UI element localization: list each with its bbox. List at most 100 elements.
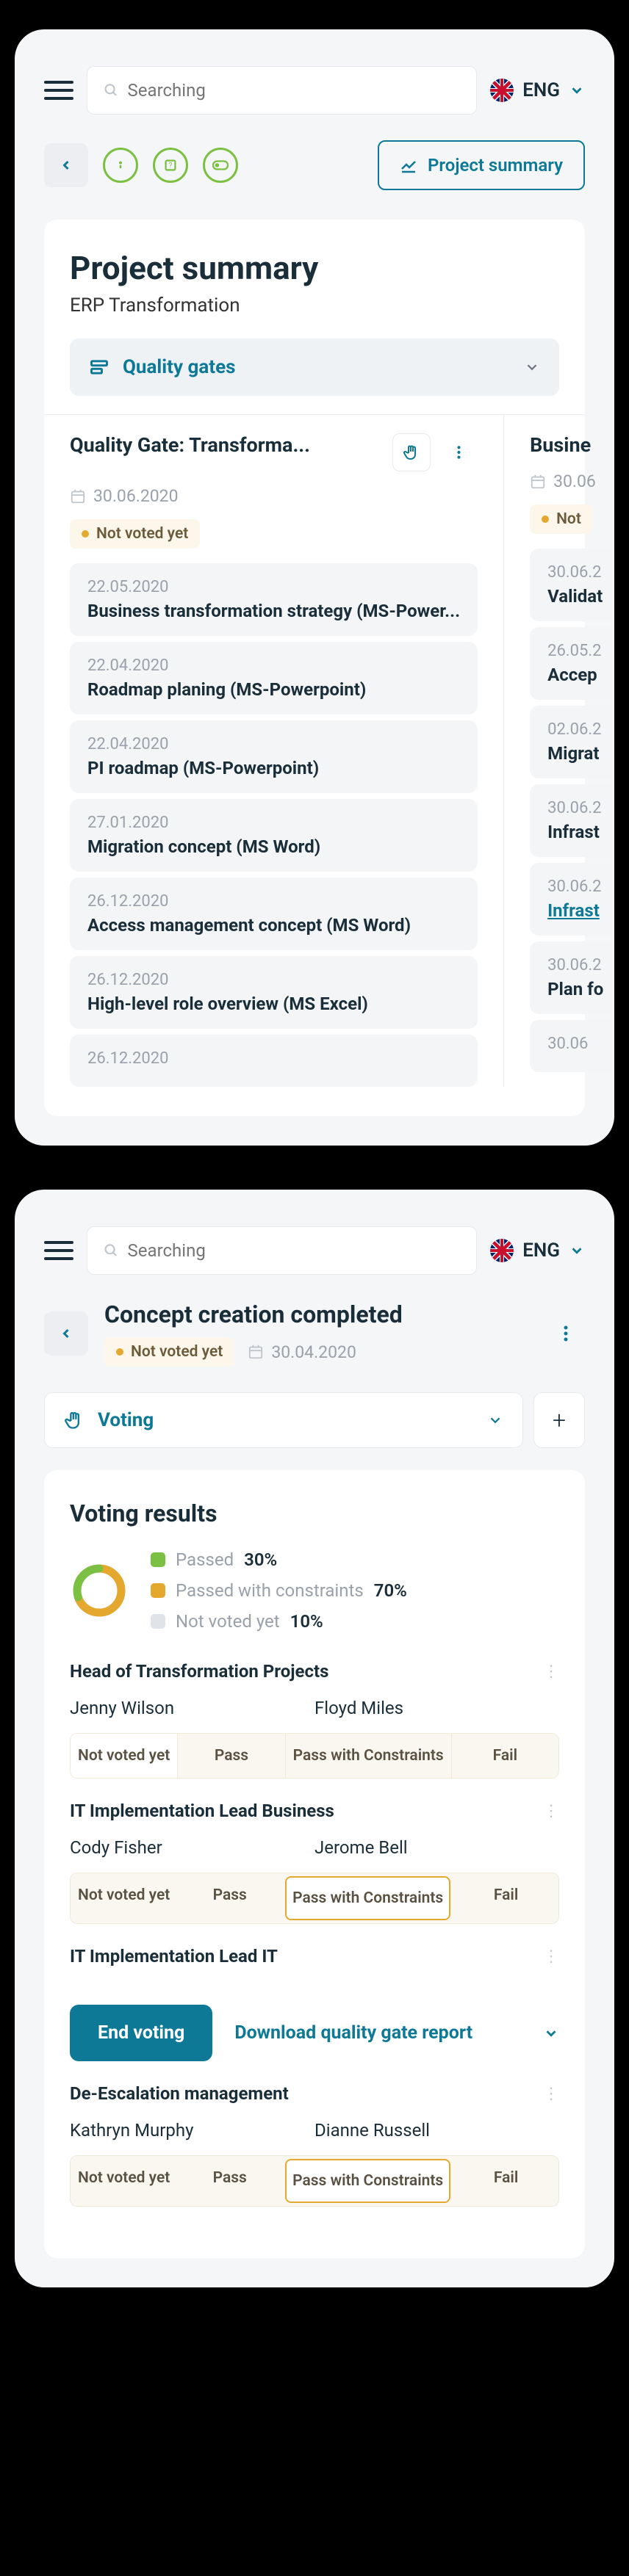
hand-button[interactable]: [392, 433, 431, 471]
hand-icon: [64, 1410, 85, 1430]
person-name: Dianne Russell: [314, 2120, 559, 2141]
item-list: 30.06.2 Validat 26.05.2 Accep 02.06.2 Mi…: [530, 549, 614, 1072]
project-summary-button[interactable]: Project summary: [378, 140, 585, 190]
list-item[interactable]: 22.04.2020 PI roadmap (MS-Powerpoint): [70, 720, 478, 793]
item-date: 22.04.2020: [87, 735, 460, 753]
item-title: Migration concept (MS Word): [87, 836, 460, 857]
role-heading: De-Escalation management: [70, 2083, 289, 2104]
vote-option[interactable]: Fail: [452, 1734, 558, 1778]
list-item[interactable]: 30.06.2 Plan fo: [530, 941, 614, 1014]
list-item[interactable]: 30.06.2 Validat: [530, 549, 614, 621]
person-name: Kathryn Murphy: [70, 2120, 314, 2141]
quality-gates-dropdown[interactable]: Quality gates: [70, 339, 559, 396]
list-item[interactable]: 30.06: [530, 1020, 614, 1072]
legend: Passed 30% Passed with constraints 70% N…: [151, 1549, 407, 1632]
list-item[interactable]: 26.12.2020: [70, 1035, 478, 1087]
status-badge: Not voted yet: [104, 1337, 234, 1367]
more-button[interactable]: ⋮: [543, 1947, 559, 1966]
person-name: Jerome Bell: [314, 1837, 559, 1858]
vote-option[interactable]: Pass with Constraints: [285, 1876, 450, 1920]
page-title: Concept creation completed: [104, 1300, 531, 1328]
vote-option[interactable]: Fail: [453, 2156, 558, 2206]
header: ENG: [44, 1226, 585, 1275]
header: ENG: [44, 66, 585, 115]
vote-option[interactable]: Pass with Constraints: [285, 2159, 450, 2203]
page-subtitle: ERP Transformation: [70, 294, 559, 316]
page-title: Project summary: [70, 249, 559, 287]
language-selector[interactable]: ENG: [490, 79, 585, 102]
item-date: 26.05.2: [547, 642, 603, 660]
list-item[interactable]: 26.12.2020 Access management concept (MS…: [70, 878, 478, 950]
more-button[interactable]: [439, 433, 478, 471]
list-item[interactable]: 22.04.2020 Roadmap planing (MS-Powerpoin…: [70, 642, 478, 714]
chevron-left-icon: [59, 1326, 73, 1341]
language-code: ENG: [522, 79, 560, 101]
item-title: Validat: [547, 586, 603, 607]
person-name: Cody Fisher: [70, 1837, 314, 1858]
item-title: Business transformation strategy (MS-Pow…: [87, 601, 460, 621]
search-box[interactable]: [87, 1226, 477, 1275]
language-selector[interactable]: ENG: [490, 1239, 585, 1262]
vote-option[interactable]: Not voted yet: [71, 1734, 178, 1778]
voting-dropdown[interactable]: Voting: [44, 1392, 523, 1448]
vote-option[interactable]: Pass: [178, 1734, 285, 1778]
item-date: 27.01.2020: [87, 814, 460, 832]
list-item[interactable]: 30.06.2 Infrast: [530, 863, 614, 936]
list-item[interactable]: 22.05.2020 Business transformation strat…: [70, 563, 478, 636]
more-button[interactable]: ⋮: [543, 1802, 559, 1820]
voting-label: Voting: [98, 1409, 474, 1431]
results-card: Voting results Passed 30% Passed with co…: [44, 1470, 585, 2258]
legend-item: Not voted yet 10%: [151, 1611, 407, 1632]
back-button[interactable]: [44, 1311, 88, 1356]
list-item[interactable]: 30.06.2 Infrast: [530, 784, 614, 857]
quality-gates-label: Quality gates: [123, 356, 511, 378]
item-date: 26.12.2020: [87, 971, 460, 989]
back-button[interactable]: [44, 143, 88, 187]
vote-option[interactable]: Fail: [453, 1873, 558, 1923]
search-input[interactable]: [128, 1240, 461, 1261]
info-icon: [113, 158, 128, 173]
menu-button[interactable]: [44, 81, 73, 100]
column-title: Quality Gate: Transforma...: [70, 433, 384, 457]
help-button[interactable]: ?: [153, 148, 188, 183]
add-button[interactable]: +: [533, 1392, 585, 1448]
date-value: 30.04.2020: [271, 1342, 356, 1362]
download-label: Download quality gate report: [234, 2022, 472, 2044]
end-voting-button[interactable]: End voting: [70, 2005, 212, 2061]
item-title: Roadmap planing (MS-Powerpoint): [87, 679, 460, 700]
calendar-icon: [530, 474, 546, 490]
status-badge: Not: [530, 504, 593, 534]
search-box[interactable]: [87, 66, 477, 115]
results-title: Voting results: [70, 1499, 559, 1527]
list-item[interactable]: 27.01.2020 Migration concept (MS Word): [70, 799, 478, 872]
vote-option[interactable]: Not voted yet: [71, 1873, 177, 1923]
legend-swatch: [151, 1583, 165, 1598]
names-row: Cody Fisher Jerome Bell: [70, 1837, 559, 1858]
phone-screen-2: ENG Concept creation completed Not voted…: [15, 1190, 614, 2287]
more-button[interactable]: ⋮: [543, 2085, 559, 2103]
date-display: 30.04.2020: [248, 1342, 356, 1362]
role-section: IT Implementation Lead IT ⋮: [70, 1946, 559, 1983]
search-input[interactable]: [128, 80, 461, 101]
results-summary: Passed 30% Passed with constraints 70% N…: [70, 1549, 559, 1632]
vote-option[interactable]: Not voted yet: [71, 2156, 177, 2206]
item-date: 26.12.2020: [87, 892, 460, 911]
more-button[interactable]: [547, 1314, 585, 1353]
menu-button[interactable]: [44, 1241, 73, 1260]
vote-options: Not voted yetPassPass with ConstraintsFa…: [70, 2155, 559, 2207]
item-date: 02.06.2: [547, 720, 603, 739]
toggle-button[interactable]: [203, 148, 238, 183]
vote-option[interactable]: Pass with Constraints: [286, 1734, 452, 1778]
vote-option[interactable]: Pass: [177, 2156, 282, 2206]
chart-icon: [400, 156, 417, 174]
vote-option[interactable]: Pass: [177, 1873, 282, 1923]
quality-gate-columns: Quality Gate: Transforma... 30.06.2020 N…: [44, 414, 585, 1087]
list-item[interactable]: 26.05.2 Accep: [530, 627, 614, 700]
download-report-link[interactable]: Download quality gate report: [234, 2022, 559, 2044]
list-item[interactable]: 26.12.2020 High-level role overview (MS …: [70, 956, 478, 1029]
list-item[interactable]: 02.06.2 Migrat: [530, 706, 614, 778]
chevron-down-icon: [569, 82, 585, 98]
more-button[interactable]: ⋮: [543, 1663, 559, 1681]
info-button[interactable]: [103, 148, 138, 183]
item-title: Migrat: [547, 743, 603, 764]
